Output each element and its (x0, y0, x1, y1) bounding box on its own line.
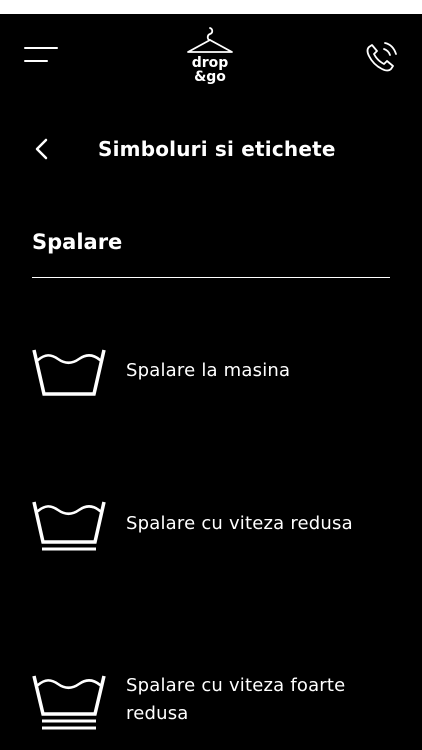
section-divider (32, 277, 390, 278)
status-strip (0, 0, 422, 14)
item-label: Spalare cu viteza redusa (126, 513, 353, 534)
page-title: Simboluri si etichete (98, 137, 336, 161)
list-item[interactable]: Spalare cu viteza redusa (0, 488, 422, 568)
menu-icon[interactable] (24, 42, 60, 66)
section-title: Spalare (32, 230, 123, 254)
page-header: Simboluri si etichete (0, 128, 422, 172)
list-item[interactable]: Spalare cu viteza foarte redusa (0, 662, 422, 750)
logo-text-line1: drop (191, 55, 229, 71)
list-item[interactable]: Spalare la masina (0, 334, 422, 414)
washtub-icon (32, 349, 106, 396)
hanger-icon (187, 27, 233, 53)
item-label: Spalare cu viteza foarte redusa (126, 675, 346, 724)
app-bar: drop &go (0, 14, 422, 94)
logo-text-line2: &go (194, 69, 226, 85)
washtub-gentle-icon (32, 501, 106, 551)
phone-icon[interactable] (360, 38, 400, 74)
washtub-very-gentle-icon (32, 675, 106, 730)
item-label: Spalare la masina (126, 360, 291, 381)
back-chevron-icon[interactable] (30, 134, 56, 164)
logo: drop &go (180, 24, 240, 86)
